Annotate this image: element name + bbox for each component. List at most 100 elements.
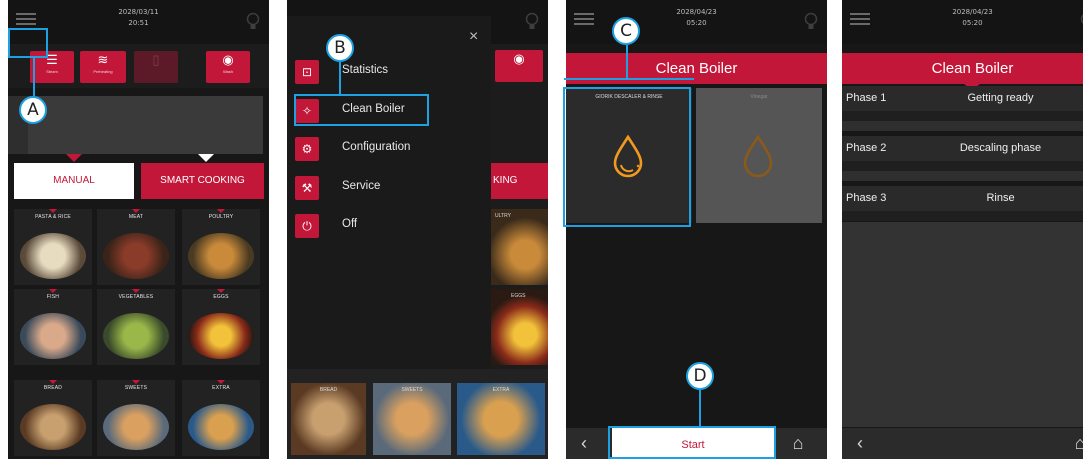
tile-label: SWEETS — [124, 385, 148, 391]
tab-manual[interactable]: MANUAL — [14, 163, 134, 199]
quick-button-wash: ◉ — [495, 50, 543, 82]
tile-label: ULTRY — [495, 213, 511, 219]
category-tile-sweets[interactable]: SWEETS — [97, 380, 175, 456]
food-image — [188, 233, 254, 279]
back-button[interactable]: ‹ — [842, 428, 878, 459]
menu-item-label: Service — [342, 180, 381, 192]
food-image — [373, 383, 451, 455]
tile-label: EXTRA — [212, 385, 230, 391]
power-icon: ⏻ — [295, 214, 319, 238]
menu-screen-panel: ◉ KING ULTRY EGGS BREAD SWEETS EXTRA nu … — [287, 0, 548, 459]
tile-label: EGGS — [213, 294, 229, 300]
quick-button-preheating[interactable]: ≋ Preheating — [80, 51, 126, 83]
callout-b: B — [326, 34, 354, 62]
tile-nib — [132, 209, 140, 213]
lightbulb-icon[interactable] — [245, 12, 261, 32]
category-tile-fish[interactable]: FISH — [14, 289, 92, 365]
close-icon[interactable]: × — [469, 28, 478, 46]
tile-label: POULTRY — [208, 214, 234, 220]
category-tile-poultry[interactable]: POULTRY — [182, 209, 260, 285]
tile-label: MEAT — [128, 214, 144, 220]
tile-nib — [49, 289, 57, 293]
screen-title: Clean Boiler — [842, 53, 1083, 84]
category-tile-extra[interactable]: EXTRA — [182, 380, 260, 456]
tile-nib — [217, 289, 225, 293]
menu-item-label: Statistics — [342, 64, 389, 76]
tile-nib — [217, 209, 225, 213]
tile-nib — [49, 209, 57, 213]
background-screen-bottom: BREAD SWEETS EXTRA — [287, 369, 548, 459]
category-tile-eggs[interactable]: EGGS — [182, 289, 260, 365]
category-tile-vegetables[interactable]: VEGETABLES — [97, 289, 175, 365]
tile-label: VEGETABLES — [118, 294, 154, 300]
food-image — [291, 383, 366, 455]
divider — [842, 111, 1083, 121]
gear-icon: ⚙ — [295, 137, 319, 161]
callout-line — [339, 62, 341, 94]
food-image — [491, 289, 548, 365]
smart-cooking-partial: KING — [491, 163, 548, 199]
quick-button-label: Steam — [46, 69, 58, 74]
home-icon: ⌂ — [792, 433, 804, 453]
phase-row: Phase 2 Descaling phase — [842, 136, 1083, 161]
divider — [842, 211, 1083, 221]
phase-name: Phase 2 — [846, 142, 887, 154]
clock-time: 05:20 — [686, 19, 707, 27]
lightbulb-icon[interactable] — [1079, 12, 1083, 32]
top-bar: 2028/04/23 05:20 — [566, 0, 827, 44]
callout-highlight-program — [563, 87, 691, 227]
chevron-left-icon: ‹ — [581, 433, 587, 453]
status-area — [28, 96, 263, 154]
menu-item-label: Off — [342, 218, 358, 230]
divider — [842, 171, 1083, 181]
callout-highlight-clean-boiler — [294, 94, 429, 126]
chevron-left-icon: ‹ — [857, 433, 863, 453]
battery-icon: ▯ — [152, 52, 160, 67]
tab-pointer — [198, 154, 214, 162]
home-icon: ⌂ — [1074, 433, 1083, 453]
home-button[interactable]: ⌂ — [780, 428, 816, 459]
tile-label: BREAD — [43, 385, 63, 391]
back-button[interactable]: ‹ — [566, 428, 602, 459]
lightbulb-icon[interactable] — [803, 12, 819, 32]
program-vinegar[interactable]: Vinegar — [696, 88, 822, 223]
phase-name: Phase 1 — [846, 92, 887, 104]
callout-a: A — [19, 96, 47, 124]
tab-pointer — [66, 154, 82, 162]
food-image — [103, 404, 169, 450]
clock: 2028/04/23 05:20 — [842, 7, 1083, 29]
quick-button-label: Preheating — [93, 69, 113, 74]
callout-d: D — [686, 362, 714, 390]
tile-label: SWEETS — [401, 387, 423, 393]
phase-description: Rinse — [986, 192, 1015, 204]
food-image — [188, 313, 254, 359]
clock-date: 2028/04/23 — [676, 8, 717, 16]
food-image — [20, 313, 86, 359]
quick-button-wash[interactable]: ◉ Wash — [206, 51, 250, 83]
food-image — [491, 209, 548, 285]
home-button[interactable]: ⌂ — [1062, 428, 1083, 459]
background-screen: ◉ KING ULTRY EGGS — [491, 44, 548, 369]
callout-c: C — [612, 17, 640, 45]
lightbulb-icon[interactable] — [524, 12, 540, 32]
tab-smart-cooking[interactable]: SMART COOKING — [141, 163, 264, 199]
quick-button-label: Wash — [222, 69, 234, 74]
tile-nib — [132, 380, 140, 384]
wash-icon: ◉ — [222, 52, 234, 67]
quick-button-battery[interactable]: ▯ — [134, 51, 178, 83]
wash-icon: ◉ — [513, 51, 525, 66]
home-screen-panel: 2028/03/11 20:51 ☰ Steam ≋ Preheating ▯ ◉ W… — [8, 0, 269, 459]
clock-date: 2028/03/11 — [118, 8, 159, 16]
callout-line — [33, 58, 35, 96]
clock-time: 05:20 — [962, 19, 983, 27]
category-tile-pasta-rice[interactable]: PASTA & RICE — [14, 209, 92, 285]
side-menu: nu × ⊡ Statistics ✧ Clean Boiler ⚙ Confi… — [287, 16, 491, 369]
category-tile-bread[interactable]: BREAD — [14, 380, 92, 456]
food-image — [103, 233, 169, 279]
clean-boiler-select-panel: 2028/04/23 05:20 Clean Boiler GIORIK DES… — [566, 0, 827, 459]
tile-nib — [132, 289, 140, 293]
phase-name: Phase 3 — [846, 192, 887, 204]
callout-highlight-menu-button — [8, 28, 48, 58]
food-image — [457, 383, 545, 455]
category-tile-meat[interactable]: MEAT — [97, 209, 175, 285]
